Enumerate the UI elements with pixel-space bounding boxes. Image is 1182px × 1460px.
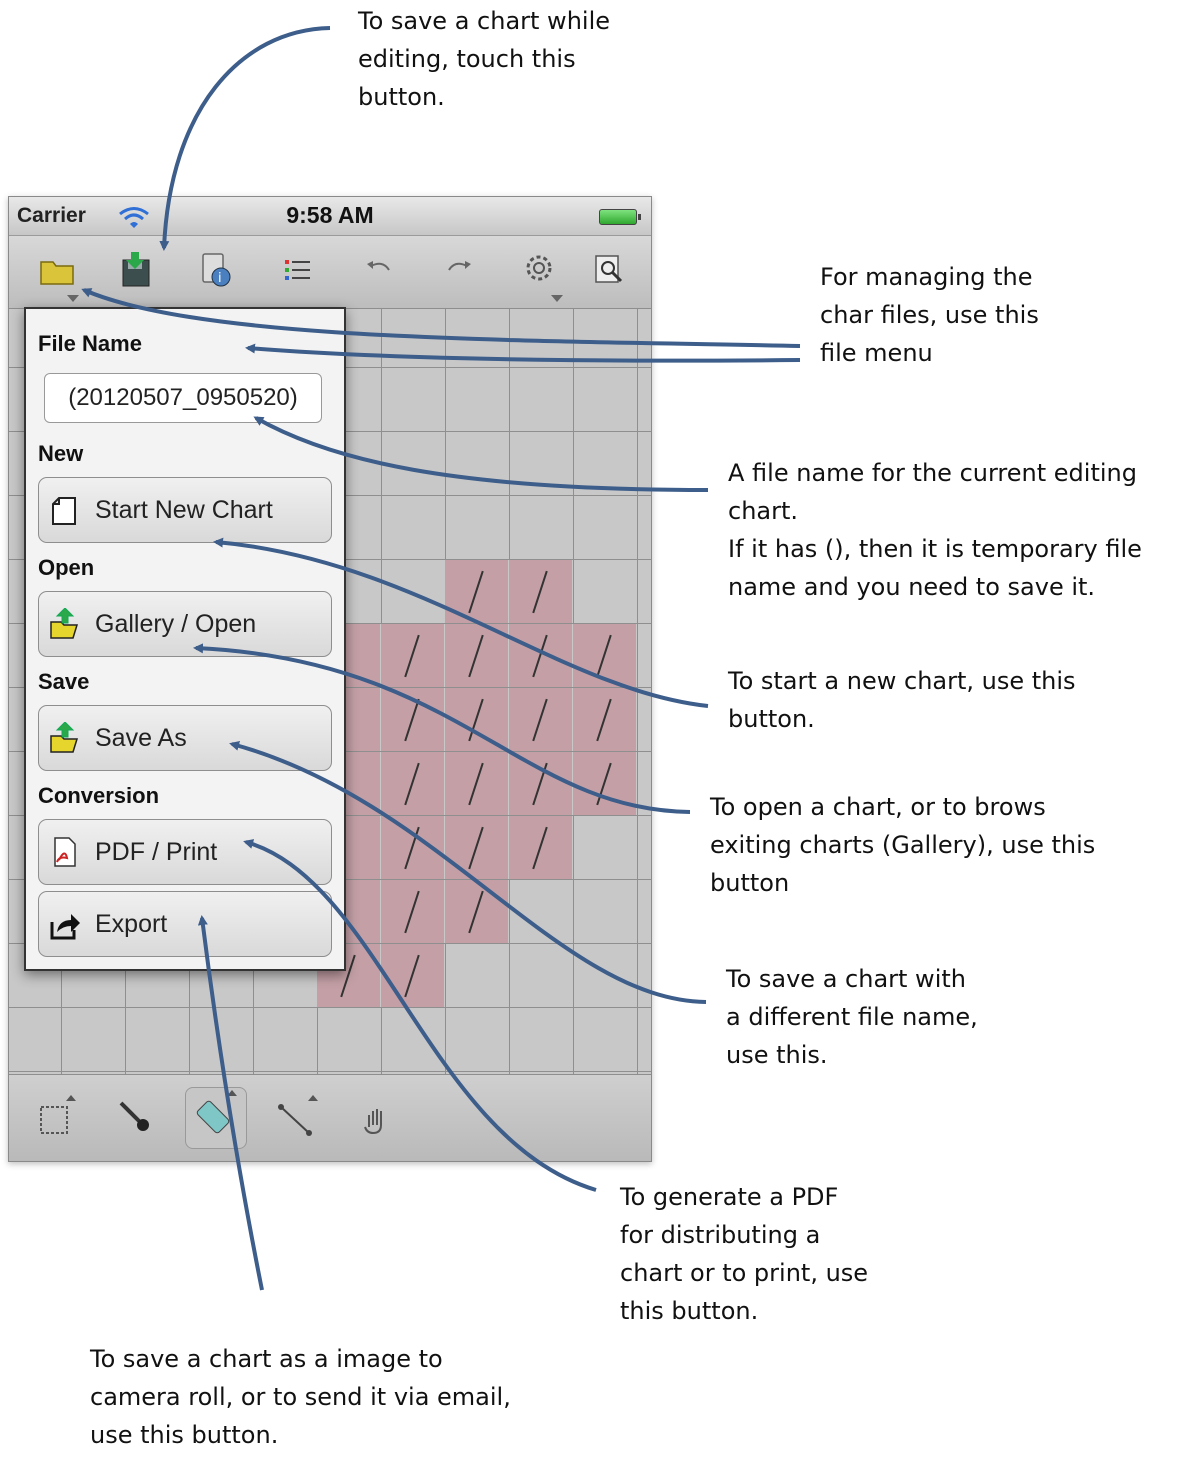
arrow-start-new bbox=[213, 537, 709, 708]
arrow-export bbox=[197, 915, 264, 1291]
arrow-file-menu-2 bbox=[245, 343, 801, 363]
callout-arrows bbox=[81, 26, 801, 1291]
arrow-save-while-editing bbox=[159, 26, 331, 251]
arrow-file-menu-1 bbox=[81, 288, 801, 348]
arrow-pdf bbox=[243, 839, 597, 1192]
arrow-open bbox=[193, 643, 691, 814]
arrow-file-name bbox=[253, 416, 709, 492]
